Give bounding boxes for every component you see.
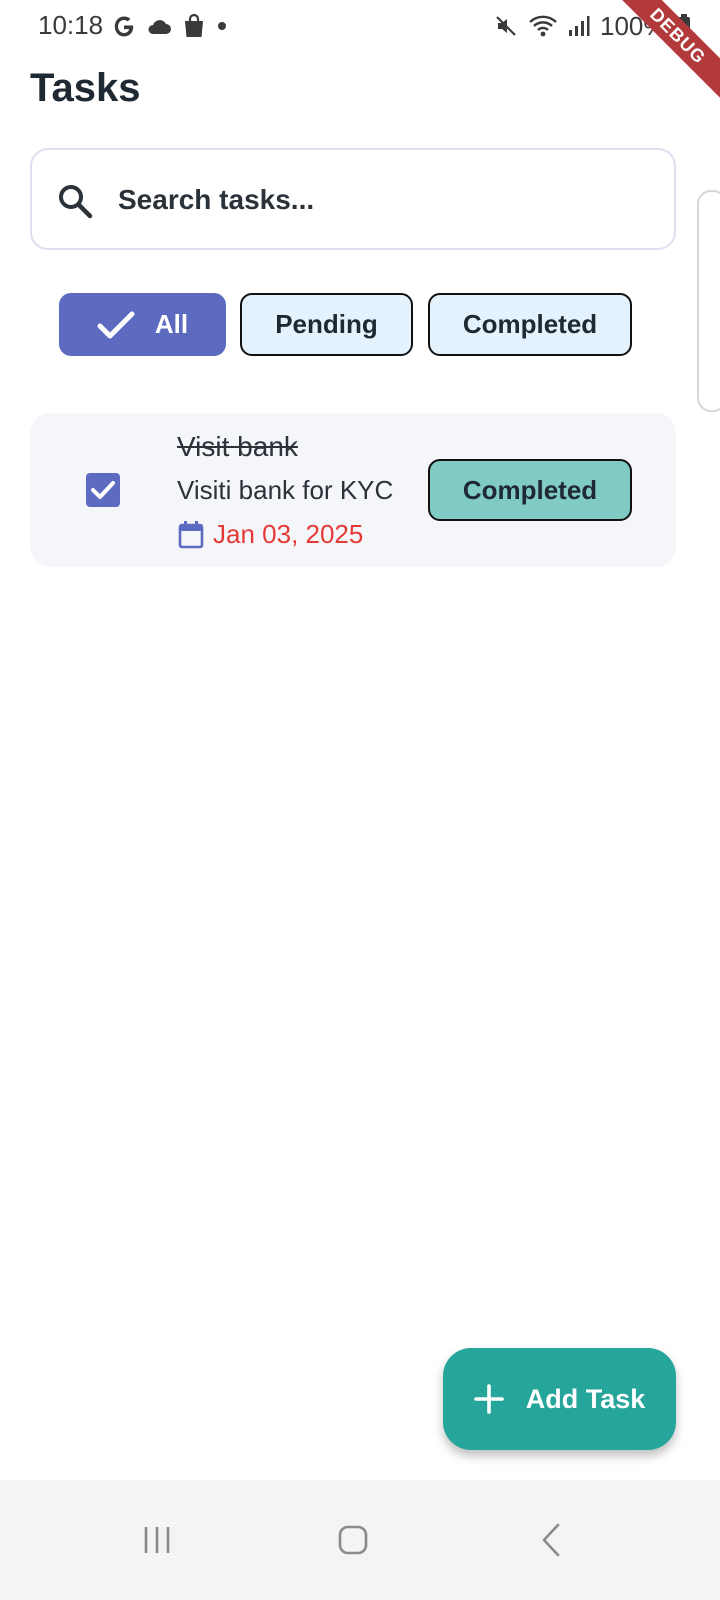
scroll-indicator[interactable] — [697, 190, 720, 412]
search-icon — [59, 185, 93, 219]
filter-completed-label: Completed — [462, 309, 598, 339]
search-field[interactable] — [30, 148, 676, 250]
filter-pending-chip[interactable]: Pending — [240, 293, 413, 356]
wifi-icon — [529, 15, 557, 37]
filter-all-chip[interactable]: All — [59, 293, 226, 356]
add-task-button[interactable]: Add Task — [443, 1348, 676, 1450]
add-task-label: Add Task — [525, 1383, 646, 1414]
system-nav-bar — [0, 1480, 720, 1600]
task-card[interactable]: Visit bank Visiti bank for KYC Jan 03, 2… — [30, 413, 676, 567]
dot-icon — [218, 22, 226, 30]
filter-all-label: All — [154, 309, 189, 339]
check-icon — [91, 481, 115, 499]
page-title: Tasks — [30, 66, 141, 110]
nav-recents-button[interactable] — [127, 1510, 187, 1570]
task-due-date: Jan 03, 2025 — [177, 519, 363, 550]
back-icon — [542, 1523, 560, 1557]
search-input[interactable] — [118, 172, 638, 228]
nav-home-button[interactable] — [323, 1510, 383, 1570]
app-screen: 10:18 100% DEBUG Tasks Search tasks... A… — [0, 0, 720, 1600]
signal-icon — [569, 16, 590, 36]
cloud-icon — [148, 20, 171, 34]
check-icon — [97, 311, 135, 338]
task-checkbox[interactable] — [86, 473, 120, 507]
status-bar: 10:18 100% DEBUG — [0, 0, 720, 103]
plus-icon — [473, 1384, 504, 1414]
google-icon — [114, 16, 134, 37]
nav-back-button[interactable] — [521, 1510, 581, 1570]
task-status-button[interactable]: Completed — [428, 459, 632, 521]
task-description: Visiti bank for KYC — [177, 475, 394, 505]
filter-completed-chip[interactable]: Completed — [428, 293, 632, 356]
notification-icons — [112, 10, 228, 42]
home-icon — [338, 1525, 368, 1555]
status-time: 10:18 — [38, 10, 104, 40]
shopping-bag-icon — [185, 13, 203, 37]
recents-icon — [144, 1527, 170, 1553]
calendar-icon — [178, 520, 204, 548]
mute-icon — [496, 16, 516, 36]
task-title: Visit bank — [177, 431, 298, 462]
task-date-text: Jan 03, 2025 — [213, 519, 364, 549]
filter-pending-label: Pending — [275, 309, 378, 339]
